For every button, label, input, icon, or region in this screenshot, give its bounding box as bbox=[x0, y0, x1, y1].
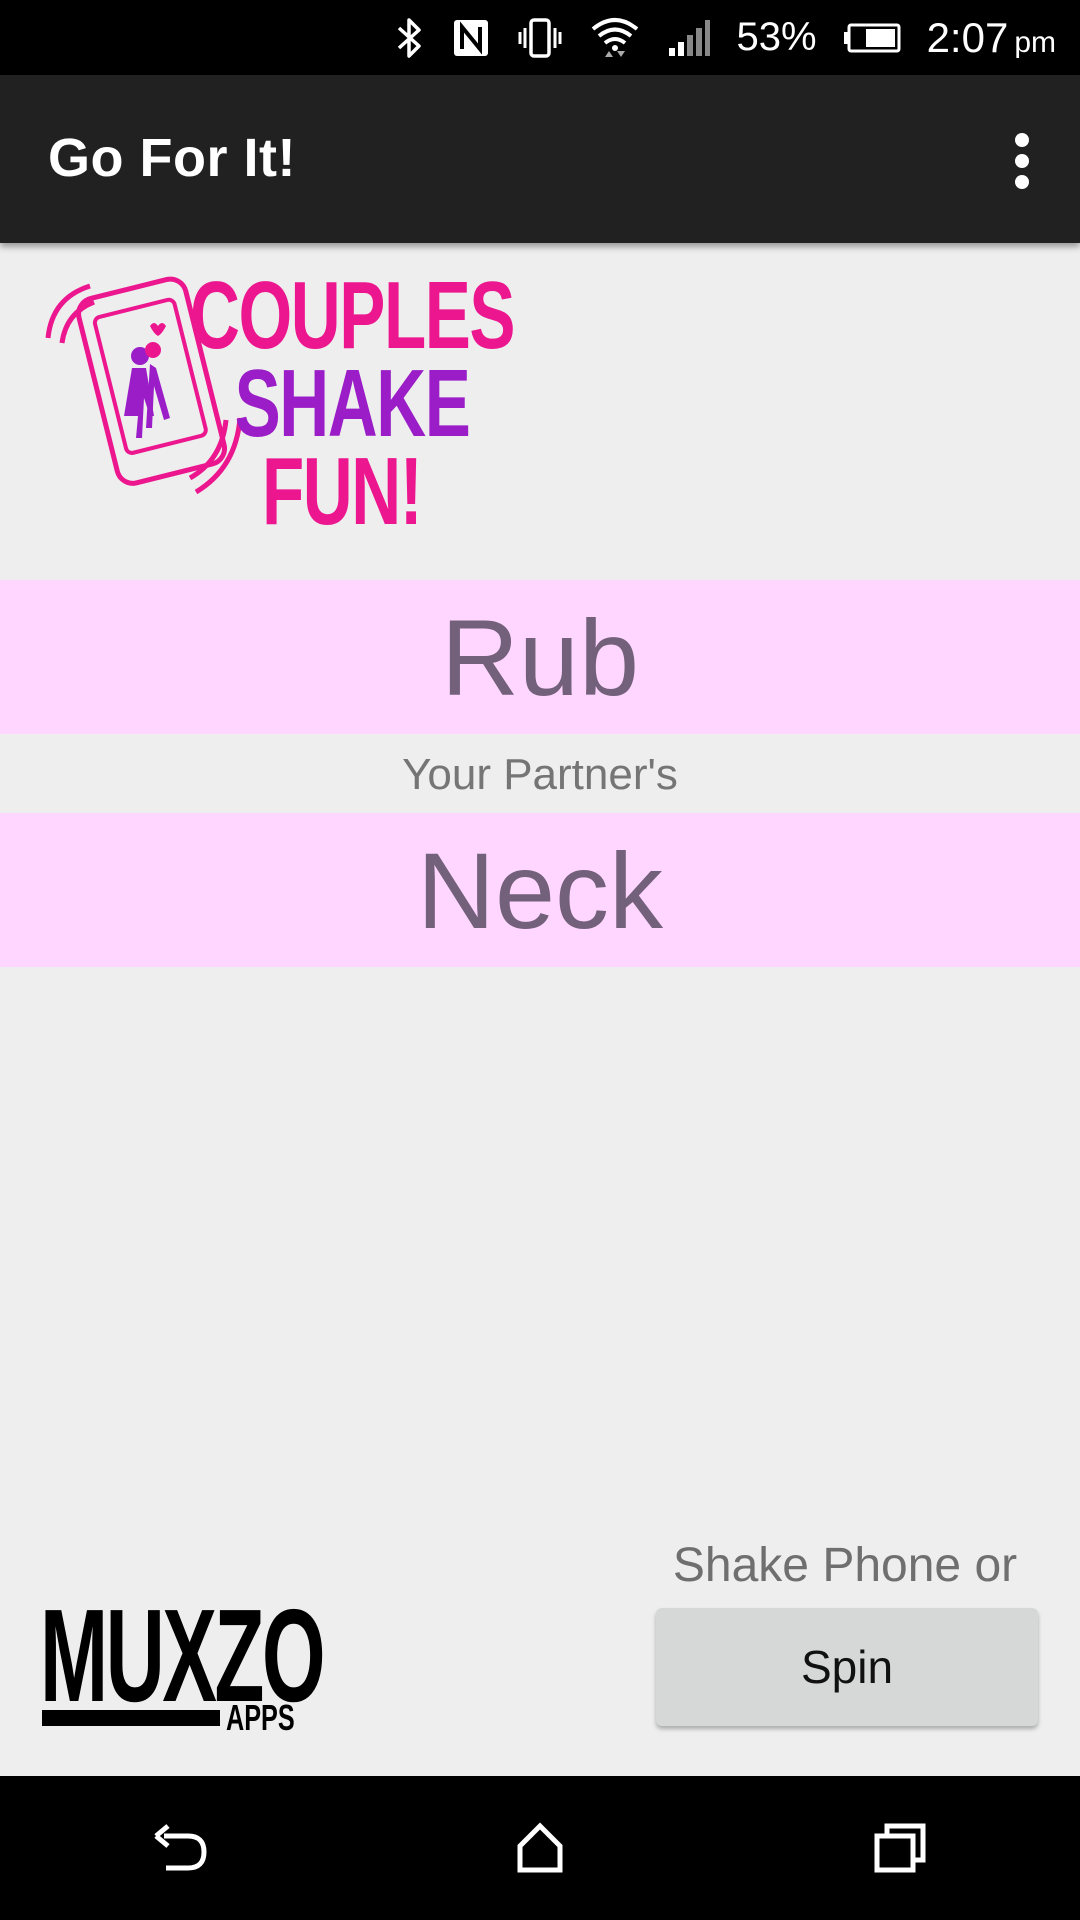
app-title: Go For It! bbox=[48, 128, 296, 188]
action-result: Rub bbox=[0, 580, 1080, 734]
clock-ampm: pm bbox=[1014, 25, 1056, 59]
battery-icon bbox=[843, 13, 901, 63]
logo-line-fun: FUN! bbox=[262, 438, 423, 545]
overflow-menu-icon[interactable] bbox=[1004, 125, 1040, 197]
back-icon[interactable] bbox=[120, 1798, 240, 1898]
wifi-icon bbox=[589, 13, 641, 63]
muxzo-apps-logo: MUXZO APPS bbox=[40, 1590, 326, 1740]
app-bar: Go For It! bbox=[0, 75, 1080, 243]
logo-wordmark: COUPLES SHAKE FUN! bbox=[190, 268, 515, 545]
home-icon[interactable] bbox=[480, 1798, 600, 1898]
nfc-icon bbox=[451, 13, 491, 63]
app-logo: COUPLES SHAKE FUN! bbox=[40, 268, 515, 540]
status-bar: 53% 2:07 pm bbox=[0, 0, 1080, 75]
battery-percent: 53% bbox=[736, 15, 817, 59]
clock-time: 2:07 bbox=[926, 13, 1009, 61]
shake-hint: Shake Phone or bbox=[672, 1539, 1018, 1592]
muxzo-apps-text: APPS bbox=[226, 1697, 295, 1738]
body-part-result: Neck bbox=[0, 813, 1080, 967]
muxzo-bar bbox=[42, 1710, 220, 1726]
navigation-bar bbox=[0, 1776, 1080, 1920]
vibrate-icon bbox=[517, 13, 563, 63]
spin-button[interactable]: Spin bbox=[656, 1608, 1038, 1726]
connector-text: Your Partner's bbox=[402, 750, 678, 799]
signal-icon bbox=[667, 13, 711, 63]
clock: 2:07 pm bbox=[927, 14, 1056, 62]
recent-apps-icon[interactable] bbox=[840, 1798, 960, 1898]
bluetooth-icon bbox=[395, 13, 425, 63]
